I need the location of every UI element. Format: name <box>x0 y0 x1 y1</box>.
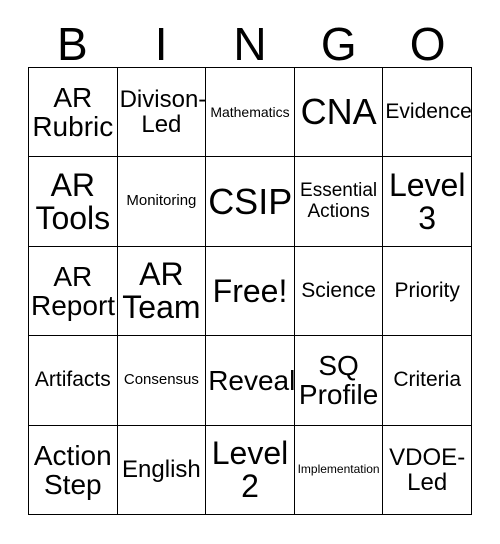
bingo-cell-label: Artifacts <box>34 368 111 392</box>
bingo-cell-i2[interactable]: Monitoring <box>117 157 207 247</box>
bingo-cell-label: AR Team <box>122 256 201 325</box>
bingo-cell-label: Science <box>301 278 376 302</box>
bingo-cell-n4[interactable]: Reveal <box>206 336 295 426</box>
bingo-cell-o1[interactable]: Evidence <box>383 68 472 158</box>
bingo-cell-o4[interactable]: Criteria <box>383 336 472 426</box>
bingo-cell-label: Essential Actions <box>300 180 378 222</box>
bingo-grid: AR Rubric Divison- Led Mathematics CNA E… <box>28 67 472 515</box>
header-letter-g: G <box>320 18 357 70</box>
bingo-cell-label: Evidence <box>385 99 472 123</box>
bingo-cell-g3[interactable]: Science <box>294 246 384 337</box>
bingo-cell-label: Level 2 <box>211 435 289 504</box>
bingo-cell-label: SQ Profile <box>298 350 379 411</box>
bingo-cell-label: Level 3 <box>388 166 466 236</box>
bingo-cell-label: AR Tools <box>35 166 111 236</box>
bingo-cell-o3[interactable]: Priority <box>383 246 472 337</box>
header-letter-o: O <box>409 18 446 70</box>
bingo-cell-label: CNA <box>300 91 377 133</box>
bingo-cell-g5[interactable]: Implementation <box>294 425 384 515</box>
bingo-cell-label: Free! <box>212 272 288 309</box>
bingo-cell-i4[interactable]: Consensus <box>117 336 207 426</box>
bingo-cell-i5[interactable]: English <box>117 425 207 515</box>
bingo-cell-label: AR Rubric <box>32 82 114 143</box>
bingo-cell-label: Mathematics <box>210 103 290 120</box>
bingo-cell-i1[interactable]: Divison- Led <box>117 68 207 158</box>
bingo-cell-b5[interactable]: Action Step <box>29 425 118 515</box>
bingo-header-row: B I N G O <box>28 14 472 67</box>
bingo-cell-n1[interactable]: Mathematics <box>206 68 295 158</box>
bingo-cell-label: Reveal <box>208 364 295 396</box>
bingo-cell-i3[interactable]: AR Team <box>117 246 207 337</box>
header-letter-b: B <box>57 18 88 70</box>
bingo-cell-label: Implementation <box>297 462 380 477</box>
header-letter-i: I <box>154 18 168 70</box>
bingo-cell-b4[interactable]: Artifacts <box>29 336 118 426</box>
bingo-cell-o5[interactable]: VDOE- Led <box>383 425 472 515</box>
bingo-cell-label: VDOE- Led <box>389 443 466 496</box>
bingo-cell-g2[interactable]: Essential Actions <box>294 157 384 247</box>
bingo-cell-b1[interactable]: AR Rubric <box>29 68 118 158</box>
bingo-cell-label: CSIP <box>208 180 293 222</box>
bingo-cell-o2[interactable]: Level 3 <box>383 157 472 247</box>
bingo-cell-label: Criteria <box>393 368 462 392</box>
bingo-cell-label: Monitoring <box>126 192 197 210</box>
bingo-card: B I N G O AR Rubric Divison- Led Mathema… <box>28 14 472 516</box>
bingo-cell-label: AR Report <box>31 260 116 321</box>
bingo-cell-b2[interactable]: AR Tools <box>29 157 118 247</box>
bingo-cell-g4[interactable]: SQ Profile <box>294 336 384 426</box>
bingo-cell-g1[interactable]: CNA <box>294 68 384 158</box>
bingo-cell-b3[interactable]: AR Report <box>29 246 118 337</box>
bingo-cell-label: Divison- Led <box>119 86 207 139</box>
header-letter-n: N <box>233 18 267 70</box>
bingo-cell-label: Action Step <box>33 439 112 500</box>
bingo-cell-label: Consensus <box>123 371 199 389</box>
bingo-cell-free[interactable]: Free! <box>206 246 295 337</box>
bingo-cell-n2[interactable]: CSIP <box>206 157 295 247</box>
bingo-cell-label: English <box>122 456 201 484</box>
bingo-cell-n5[interactable]: Level 2 <box>206 425 295 515</box>
bingo-cell-label: Priority <box>394 278 460 302</box>
